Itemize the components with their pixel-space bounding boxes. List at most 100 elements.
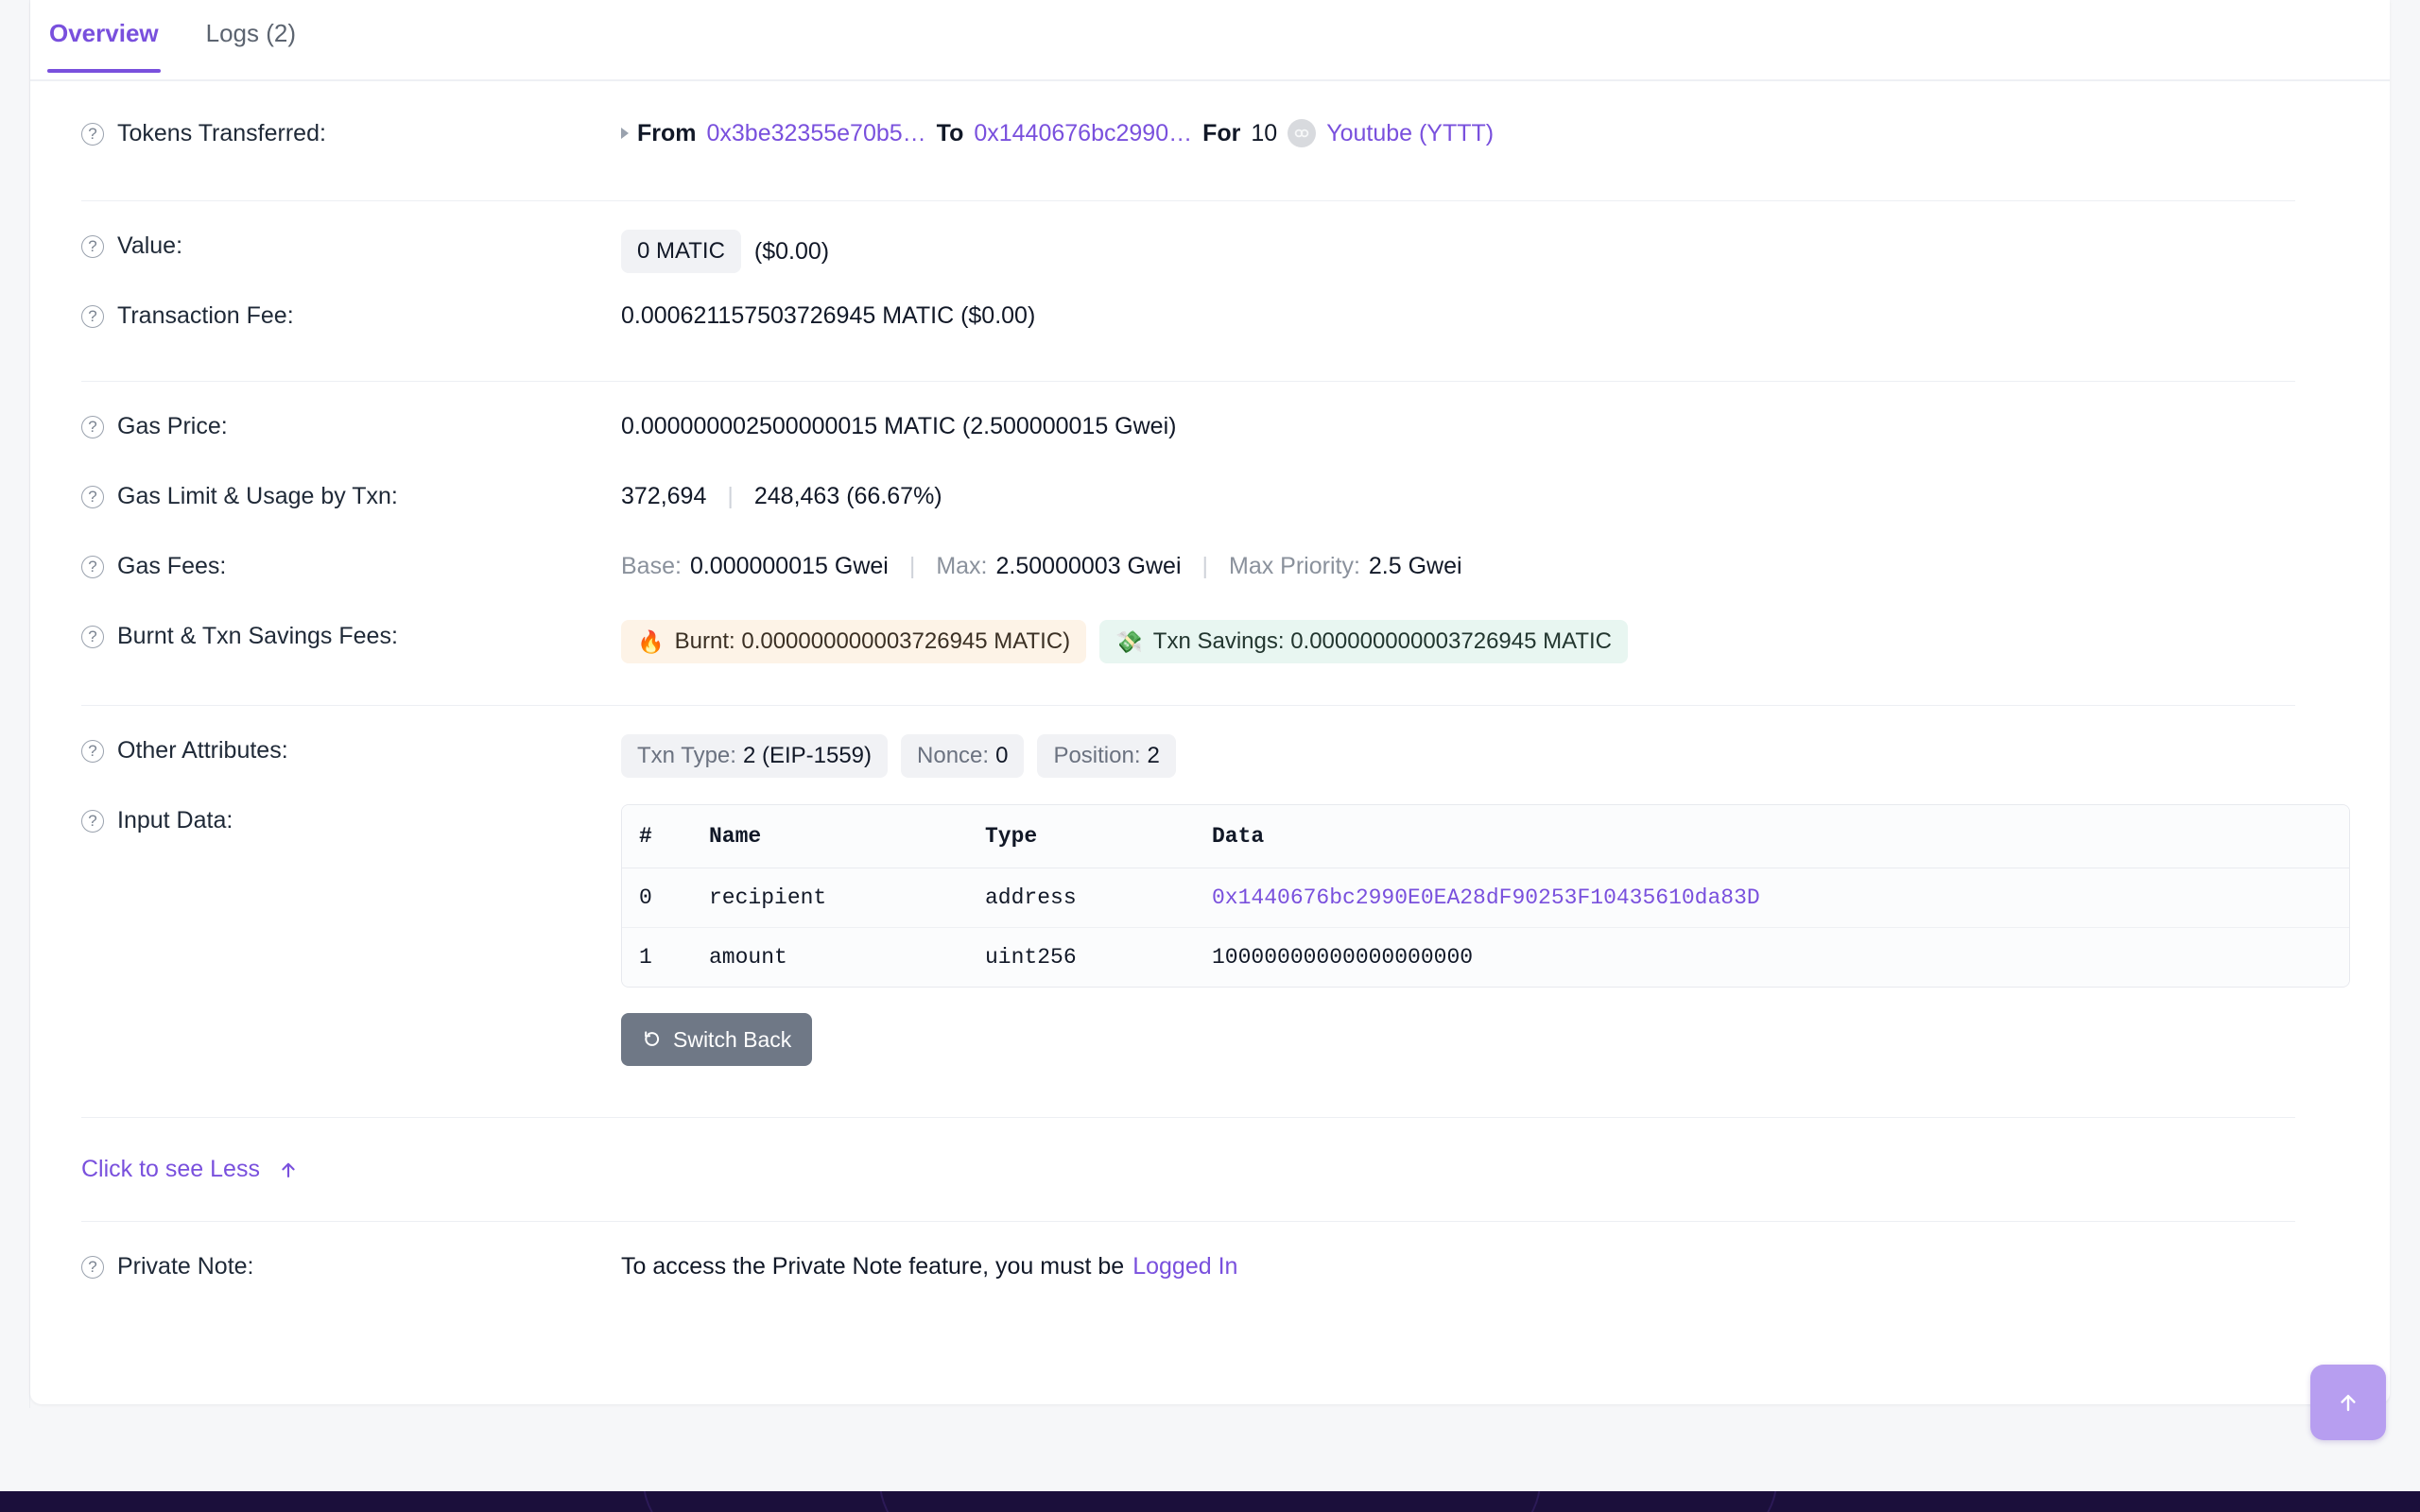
cell-index: 1 [622,927,709,987]
token-name-link[interactable]: Youtube (YTTT) [1326,117,1494,149]
row-gas-fees: ? Gas Fees: Base: 0.000000015 Gwei | Max… [30,550,2342,599]
table-row: 1 amount uint256 10000000000000000000 [622,927,2349,987]
transfer-for-label: For [1202,120,1241,146]
tokens-transferred-label-cell: ? Tokens Transferred: [30,117,621,149]
nonce-badge: Nonce: 0 [901,734,1025,778]
help-icon-transaction-fee[interactable]: ? [81,305,104,328]
gas-price-label-cell: ? Gas Price: [30,410,621,442]
transaction-fee-value: 0.000621157503726945 MATIC ($0.00) [621,302,1036,329]
divider-after-fee [81,381,2295,382]
row-gas-limit-usage: ? Gas Limit & Usage by Txn: 372,694 | 24… [30,480,2342,529]
help-icon-input-data[interactable]: ? [81,810,104,833]
money-with-wings-icon: 💸 [1115,629,1143,654]
gas-usage-amount: 248,463 (66.67%) [753,483,942,509]
fire-icon: 🔥 [637,629,665,654]
arrow-up-icon [2334,1388,2362,1417]
transaction-fee-label-cell: ? Transaction Fee: [30,300,621,332]
scroll-to-top-button[interactable] [2310,1365,2386,1440]
value-badge: 0 MATIC [621,230,741,273]
footer-decor-arc-2 [643,1491,1777,1512]
help-icon-gas-limit[interactable]: ? [81,486,104,508]
token-logo-icon [1288,119,1317,147]
see-less-row: Click to see Less [30,1156,2342,1183]
input-data-value: # Name Type Data 0 recipient address 0x1… [621,804,2350,1066]
help-icon-private-note[interactable]: ? [81,1256,104,1279]
see-less-toggle[interactable]: Click to see Less [30,1156,300,1183]
tab-logs-label: Logs (2) [205,19,297,47]
page-left-gutter [0,0,30,1408]
help-icon-value[interactable]: ? [81,235,104,258]
nonce-value: 0 [995,743,1009,768]
burnt-savings-value: 🔥 Burnt: 0.000000000003726945 MATIC) 💸 T… [621,620,2342,663]
row-private-note: ? Private Note: To access the Private No… [30,1250,2342,1299]
tab-bar: Overview Logs (2) [30,0,2390,81]
transfer-to-label: To [936,120,964,146]
gas-fees-line: Base: 0.000000015 Gwei | Max: 2.50000003… [621,550,1462,582]
txn-savings-badge: 💸 Txn Savings: 0.000000000003726945 MATI… [1099,620,1629,663]
other-attributes-label-cell: ? Other Attributes: [30,734,621,766]
position-badge: Position: 2 [1037,734,1176,778]
cell-type: address [985,868,1212,928]
switch-back-label: Switch Back [673,1027,792,1052]
value-value: 0 MATIC ($0.00) [621,230,2342,273]
other-attributes-value: Txn Type: 2 (EIP-1559) Nonce: 0 Position… [621,734,2342,778]
divider-after-burnt [81,705,2295,706]
txn-savings-text: Txn Savings: 0.000000000003726945 MATIC [1152,628,1613,654]
see-less-label: Click to see Less [81,1156,260,1182]
gas-fees-separator-1: | [908,553,916,579]
transfer-from-label: From [637,120,697,146]
recipient-address-link[interactable]: 0x1440676bc2990E0EA28dF90253F10435610da8… [1212,885,1760,910]
help-icon-burnt-savings[interactable]: ? [81,626,104,648]
burnt-savings-label-cell: ? Burnt & Txn Savings Fees: [30,620,621,652]
txn-type-value: 2 (EIP-1559) [742,743,873,768]
help-icon-other-attributes[interactable]: ? [81,740,104,763]
burnt-savings-label: Burnt & Txn Savings Fees: [117,623,398,649]
transfer-to-address-link[interactable]: 0x1440676bc2990… [974,117,1192,149]
expand-caret-icon[interactable] [621,128,629,139]
gas-fees-max-priority-value: 2.5 Gwei [1368,553,1462,579]
logged-in-link[interactable]: Logged In [1132,1250,1237,1282]
tokens-transferred-value: From 0x3be32355e70b5… To 0x1440676bc2990… [621,117,2342,149]
cell-index: 0 [622,868,709,928]
tab-logs[interactable]: Logs (2) [206,0,296,71]
gas-fees-base-key: Base: [621,553,682,579]
gas-limit-value: 372,694 | 248,463 (66.67%) [621,480,2342,512]
row-input-data: ? Input Data: # Name Type Data 0 recipie… [30,804,2350,1066]
help-icon-tokens-transferred[interactable]: ? [81,123,104,146]
arrow-up-icon [277,1159,300,1181]
private-note-text: To access the Private Note feature, you … [621,1253,1125,1280]
row-tokens-transferred: ? Tokens Transferred: From 0x3be32355e70… [30,117,2342,166]
help-icon-gas-fees[interactable]: ? [81,556,104,578]
help-icon-gas-price[interactable]: ? [81,416,104,438]
transfer-amount: 10 [1251,120,1278,146]
cell-data: 10000000000000000000 [1212,927,2349,987]
transfer-from-address-link[interactable]: 0x3be32355e70b5… [707,117,926,149]
cell-name: recipient [709,868,985,928]
input-data-label: Input Data: [117,807,233,833]
burnt-fee-text: Burnt: 0.000000000003726945 MATIC) [674,628,1071,654]
divider-before-private-note [81,1221,2295,1222]
other-attributes-label: Other Attributes: [117,737,288,764]
input-data-table-wrap: # Name Type Data 0 recipient address 0x1… [621,804,2350,988]
column-header-data: Data [1212,805,2349,868]
switch-back-button[interactable]: Switch Back [621,1013,813,1066]
column-header-type: Type [985,805,1212,868]
gas-fees-value: Base: 0.000000015 Gwei | Max: 2.50000003… [621,550,2342,582]
txn-type-key: Txn Type: [637,743,736,768]
row-transaction-fee: ? Transaction Fee: 0.000621157503726945 … [30,300,2342,349]
input-data-thead: # Name Type Data [622,805,2349,868]
column-header-index: # [622,805,709,868]
private-note-label-cell: ? Private Note: [30,1250,621,1282]
gas-limit-separator: | [727,483,734,509]
gas-fees-label: Gas Fees: [117,553,227,579]
input-data-header-row: # Name Type Data [622,805,2349,868]
tab-overview[interactable]: Overview [47,0,161,73]
nonce-key: Nonce: [917,743,990,768]
overview-content: ? Tokens Transferred: From 0x3be32355e70… [30,117,2390,1299]
table-row: 0 recipient address 0x1440676bc2990E0EA2… [622,868,2349,928]
tokens-transferred-label: Tokens Transferred: [117,120,326,146]
gas-limit-label: Gas Limit & Usage by Txn: [117,483,398,509]
gas-price-label: Gas Price: [117,413,228,439]
transaction-fee-label: Transaction Fee: [117,302,294,329]
private-note-value: To access the Private Note feature, you … [621,1250,2342,1282]
